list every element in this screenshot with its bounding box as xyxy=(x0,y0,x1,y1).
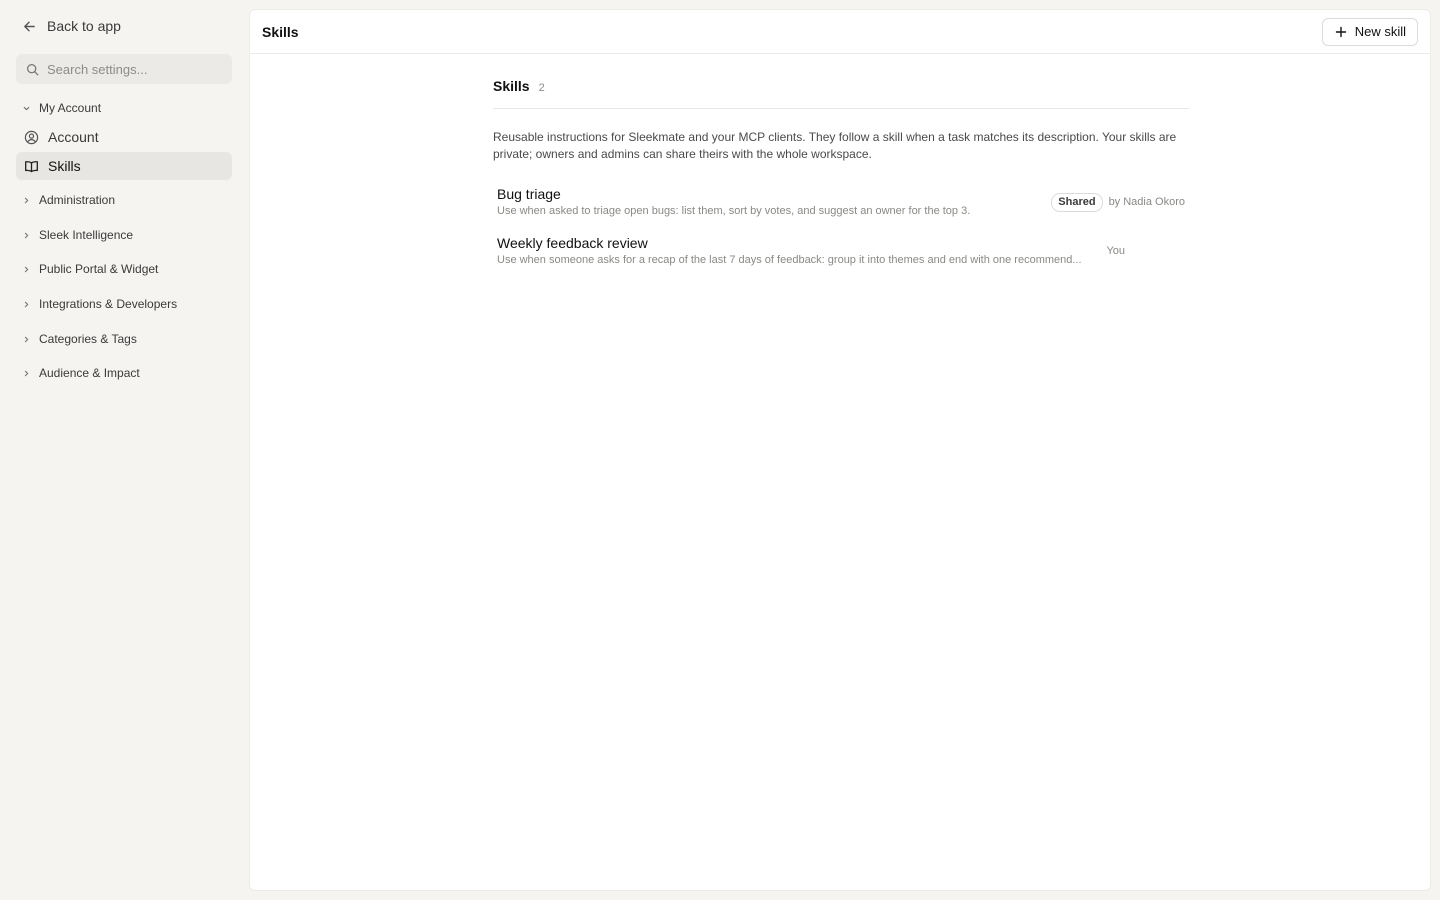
nav-group-categories-tags[interactable]: Categories & Tags xyxy=(22,331,137,347)
sidebar-item-account[interactable]: Account xyxy=(16,123,232,151)
skill-author: You xyxy=(1106,245,1125,257)
chevron-right-icon xyxy=(24,266,29,272)
skills-count: 2 xyxy=(538,82,545,94)
arrow-left-icon xyxy=(24,21,35,31)
settings-sidebar: Back to app My Account Account Skills Ad… xyxy=(0,0,248,900)
nav-group-label: Administration xyxy=(39,193,116,207)
chevron-right-icon xyxy=(24,197,29,203)
nav-group-label: Categories & Tags xyxy=(39,332,137,346)
page-title: Skills xyxy=(262,23,299,40)
skills-section: Skills 2 Reusable instructions for Sleek… xyxy=(493,78,1189,274)
back-to-app-label: Back to app xyxy=(47,18,121,34)
skill-row-bug-triage[interactable]: Bug triage Use when asked to triage open… xyxy=(493,179,1189,225)
book-open-icon xyxy=(25,160,38,172)
nav-group-sleek-intelligence[interactable]: Sleek Intelligence xyxy=(22,227,133,243)
skill-description: Use when someone asks for a recap of the… xyxy=(497,254,1082,266)
skill-name: Bug triage xyxy=(497,186,561,202)
skill-meta: Shared by Nadia Okoro xyxy=(1051,192,1185,212)
main-panel: Skills New skill Skills 2 Reusable instr… xyxy=(249,9,1431,891)
skill-author: by Nadia Okoro xyxy=(1108,196,1185,208)
skill-list: Bug triage Use when asked to triage open… xyxy=(493,179,1189,274)
nav-group-my-account[interactable]: My Account xyxy=(22,100,101,116)
nav-group-integrations-developers[interactable]: Integrations & Developers xyxy=(22,296,177,312)
nav-group-label: My Account xyxy=(39,101,102,115)
skill-meta: You xyxy=(1106,245,1125,257)
search-input[interactable] xyxy=(47,61,217,77)
back-to-app-link[interactable]: Back to app xyxy=(22,16,121,36)
chevron-right-icon xyxy=(24,301,29,307)
nav-group-label: Public Portal & Widget xyxy=(39,262,159,276)
nav-group-label: Integrations & Developers xyxy=(39,297,178,311)
section-description: Reusable instructions for Sleekmate and … xyxy=(493,130,1177,161)
skill-text: Weekly feedback review Use when someone … xyxy=(497,234,1106,268)
settings-search[interactable] xyxy=(16,54,232,84)
search-icon xyxy=(26,63,39,75)
nav-group-administration[interactable]: Administration xyxy=(22,192,115,208)
user-circle-icon xyxy=(24,130,39,144)
new-skill-button[interactable]: New skill xyxy=(1321,17,1418,46)
sidebar-item-label: Skills xyxy=(48,158,81,174)
chevron-down-icon xyxy=(23,106,30,110)
nav-group-label: Audience & Impact xyxy=(39,366,140,380)
section-title: Skills xyxy=(493,78,530,94)
sidebar-item-label: Account xyxy=(48,129,99,145)
shared-badge: Shared xyxy=(1051,192,1103,212)
nav-group-audience-impact[interactable]: Audience & Impact xyxy=(22,365,140,381)
nav-group-label: Sleek Intelligence xyxy=(39,228,134,242)
skill-text: Bug triage Use when asked to triage open… xyxy=(497,185,1051,219)
skill-name: Weekly feedback review xyxy=(497,235,648,251)
skill-row-weekly-feedback-review[interactable]: Weekly feedback review Use when someone … xyxy=(493,228,1189,274)
sidebar-item-skills[interactable]: Skills xyxy=(16,152,232,180)
page-header: Skills New skill xyxy=(250,10,1430,54)
skill-description: Use when asked to triage open bugs: list… xyxy=(497,205,971,217)
chevron-right-icon xyxy=(24,336,29,342)
chevron-right-icon xyxy=(24,370,29,376)
plus-icon xyxy=(1335,26,1346,37)
section-header: Skills 2 xyxy=(493,78,1189,109)
chevron-right-icon xyxy=(24,232,29,238)
nav-group-public-portal-widget[interactable]: Public Portal & Widget xyxy=(22,261,158,277)
new-skill-label: New skill xyxy=(1354,24,1406,39)
